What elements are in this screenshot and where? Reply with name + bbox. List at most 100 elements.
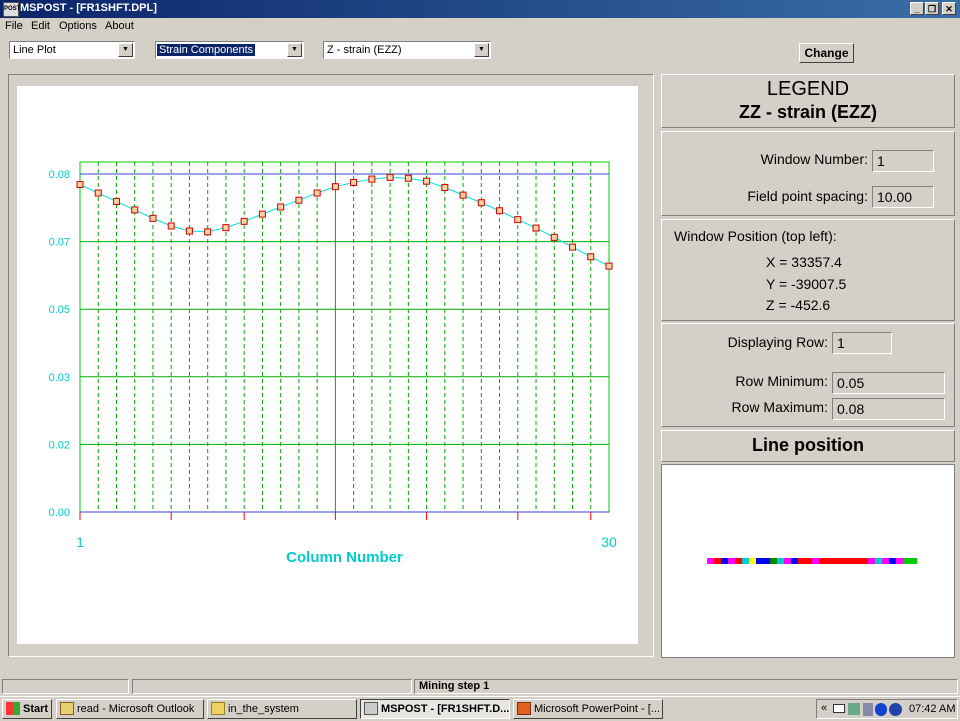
data-point <box>496 207 504 215</box>
series-line <box>79 176 610 267</box>
chevron-down-icon[interactable]: ▼ <box>118 43 133 57</box>
data-point <box>550 233 558 241</box>
taskbar-item-folder[interactable]: in_the_system <box>207 699 357 719</box>
data-point <box>167 222 175 230</box>
change-button[interactable]: Change <box>799 43 854 63</box>
tray-expand-icon[interactable]: « <box>821 702 827 714</box>
window-number-label: Window Number: <box>760 151 868 167</box>
line-position-segment <box>742 558 749 564</box>
line-position-header: Line position <box>661 430 955 462</box>
minimize-button[interactable]: _ <box>910 2 924 15</box>
line-chart: 0.00 0.02 0.03 0.05 0.07 0.08 1 30 Column Number <box>49 161 617 566</box>
legend-panel: LEGEND ZZ - strain (EZZ) <box>661 74 955 128</box>
bluetooth-icon[interactable] <box>875 703 887 716</box>
taskbar-item-label: Microsoft PowerPoint - [... <box>534 703 660 715</box>
start-label: Start <box>23 703 49 715</box>
data-point <box>569 243 577 251</box>
taskbar: Start read - Microsoft Outlook in_the_sy… <box>0 696 960 721</box>
line-position-segment <box>826 558 833 564</box>
displaying-row-label: Displaying Row: <box>727 334 828 350</box>
mspost-icon <box>364 702 378 715</box>
line-position-segment <box>791 558 798 564</box>
row-minimum-label: Row Minimum: <box>735 373 828 389</box>
component-select[interactable]: Z - strain (EZZ) ▼ <box>323 41 491 59</box>
component-value: Z - strain (EZZ) <box>327 44 402 56</box>
window-position-title: Window Position (top left): <box>674 228 837 244</box>
data-point <box>477 199 485 207</box>
data-point <box>277 203 285 211</box>
line-position-segment <box>721 558 728 564</box>
data-point <box>131 206 139 214</box>
line-position-segment <box>763 558 770 564</box>
data-point <box>404 174 412 182</box>
menu-options[interactable]: Options <box>59 20 97 32</box>
position-y: Y = -39007.5 <box>766 276 847 292</box>
data-point <box>295 196 303 204</box>
line-position-segment <box>798 558 805 564</box>
chevron-down-icon[interactable]: ▼ <box>474 43 489 57</box>
app-icon[interactable]: POST <box>3 2 20 17</box>
data-point <box>350 178 358 186</box>
displaying-row-field: 1 <box>832 332 892 354</box>
line-position-segment <box>714 558 721 564</box>
line-position-segment <box>910 558 917 564</box>
restore-button[interactable]: ❐ <box>925 2 939 15</box>
wireless-icon[interactable] <box>889 703 902 716</box>
plot-type-select[interactable]: Line Plot ▼ <box>9 41 135 59</box>
taskbar-item-label: read - Microsoft Outlook <box>77 703 195 715</box>
data-point <box>423 177 431 185</box>
line-position-canvas <box>661 464 955 658</box>
line-position-segment <box>861 558 868 564</box>
x-axis-label: Column Number <box>286 549 403 566</box>
menu-bar: File Edit Options About <box>0 18 960 35</box>
data-point <box>587 253 595 261</box>
data-point <box>240 217 248 225</box>
folder-icon <box>211 702 225 715</box>
component-group-value: Strain Components <box>157 44 256 56</box>
position-z: Z = -452.6 <box>766 297 831 313</box>
legend-subtitle: ZZ - strain (EZZ) <box>739 102 877 122</box>
menu-edit[interactable]: Edit <box>31 20 50 32</box>
line-position-segment <box>812 558 819 564</box>
line-position-segment <box>707 558 714 564</box>
powerpoint-icon <box>517 702 531 715</box>
taskbar-item-mspost[interactable]: MSPOST - [FR1SHFT.D... <box>360 699 510 719</box>
plot-canvas: 0.00 0.02 0.03 0.05 0.07 0.08 1 30 Column Number <box>17 86 638 644</box>
line-position-segment <box>770 558 777 564</box>
toolbar: Line Plot ▼ Strain Components ▼ Z - stra… <box>0 36 960 68</box>
taskbar-item-powerpoint[interactable]: Microsoft PowerPoint - [... <box>513 699 663 719</box>
y-tick-label: 0.07 <box>49 237 70 249</box>
start-button[interactable]: Start <box>2 699 52 719</box>
title-bar: POST MSPOST - [FR1SHFT.DPL] _ ❐ ✕ <box>0 0 960 18</box>
data-point <box>204 228 212 236</box>
line-position-segment <box>756 558 763 564</box>
x-tick-label: 30 <box>601 534 617 550</box>
y-tick-label: 0.05 <box>49 304 70 316</box>
data-point <box>331 183 339 191</box>
menu-about[interactable]: About <box>105 20 134 32</box>
window-number-field: 1 <box>872 150 934 172</box>
status-text: Mining step 1 <box>414 679 958 694</box>
mail-icon[interactable] <box>833 704 845 713</box>
close-button[interactable]: ✕ <box>942 2 956 15</box>
volume-icon[interactable] <box>863 703 873 716</box>
data-point <box>459 191 467 199</box>
menu-file[interactable]: File <box>5 20 23 32</box>
data-point <box>112 197 120 205</box>
data-point <box>149 214 157 222</box>
windows-logo-icon <box>6 702 20 715</box>
line-position-segment <box>777 558 784 564</box>
taskbar-item-label: MSPOST - [FR1SHFT.D... <box>381 703 510 715</box>
row-maximum-label: Row Maximum: <box>731 399 828 415</box>
clock[interactable]: 07:42 AM <box>909 703 955 715</box>
component-group-select[interactable]: Strain Components ▼ <box>155 41 304 59</box>
line-position-segment <box>819 558 826 564</box>
line-position-segment <box>854 558 861 564</box>
chevron-down-icon[interactable]: ▼ <box>287 43 302 57</box>
x-tick-label: 1 <box>76 534 84 550</box>
network-icon[interactable] <box>848 703 860 715</box>
taskbar-item-label: in_the_system <box>228 703 299 715</box>
y-tick-label: 0.08 <box>49 169 70 181</box>
taskbar-item-outlook[interactable]: read - Microsoft Outlook <box>56 699 204 719</box>
row-minimum-field: 0.05 <box>832 372 945 394</box>
